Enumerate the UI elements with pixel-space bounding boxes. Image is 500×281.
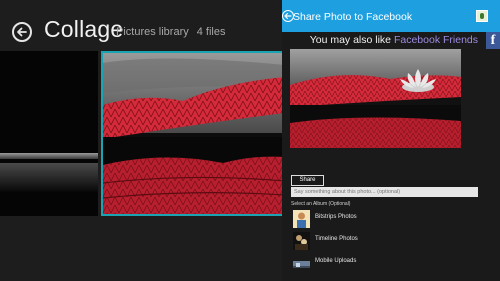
lily-pad-photo	[103, 53, 282, 214]
mobile-uploads-thumb-icon	[293, 258, 310, 268]
share-header: Share Photo to Facebook	[282, 0, 500, 32]
file-count: 4 files	[196, 26, 226, 38]
share-pane: Share Photo to Facebook You may also lik…	[282, 0, 500, 281]
album-name: Timeline Photos	[315, 236, 358, 242]
share-button[interactable]: Share	[291, 175, 324, 186]
also-like-text: You may also like Facebook Friends	[310, 34, 478, 46]
back-button[interactable]	[12, 22, 32, 42]
lily-pad-preview-image	[290, 49, 461, 148]
app-title: Collage	[44, 16, 124, 42]
arrow-left-icon	[284, 12, 292, 20]
collage-app: Collage Pictures library 4 files	[0, 0, 282, 281]
also-like-prefix: You may also like	[309, 34, 392, 46]
album-item-timeline[interactable]: Timeline Photos	[291, 232, 441, 250]
selected-photo[interactable]	[101, 51, 282, 216]
facebook-friends-link[interactable]: Facebook Friends	[394, 34, 478, 46]
album-name: Mobile Uploads	[315, 258, 357, 264]
photo-preview	[290, 49, 461, 148]
timeline-thumb-icon	[293, 232, 310, 250]
previous-photo-thumbnail[interactable]	[0, 51, 98, 216]
message-input[interactable]	[291, 187, 478, 197]
bitstrips-thumb-icon	[293, 210, 310, 228]
album-name: Bitstrips Photos	[315, 214, 357, 220]
album-item-mobile-uploads[interactable]: Mobile Uploads	[291, 254, 441, 272]
app-subtitle: Pictures library 4 files	[116, 26, 226, 38]
facebook-logo[interactable]: f	[486, 32, 500, 49]
share-title: Share Photo to Facebook	[293, 11, 413, 23]
arrow-left-icon	[17, 27, 27, 37]
user-avatar[interactable]	[476, 10, 488, 22]
album-item-bitstrips[interactable]: Bitstrips Photos	[291, 210, 441, 228]
album-label: Select an Album (Optional)	[291, 201, 351, 207]
library-name: Pictures library	[116, 26, 189, 38]
